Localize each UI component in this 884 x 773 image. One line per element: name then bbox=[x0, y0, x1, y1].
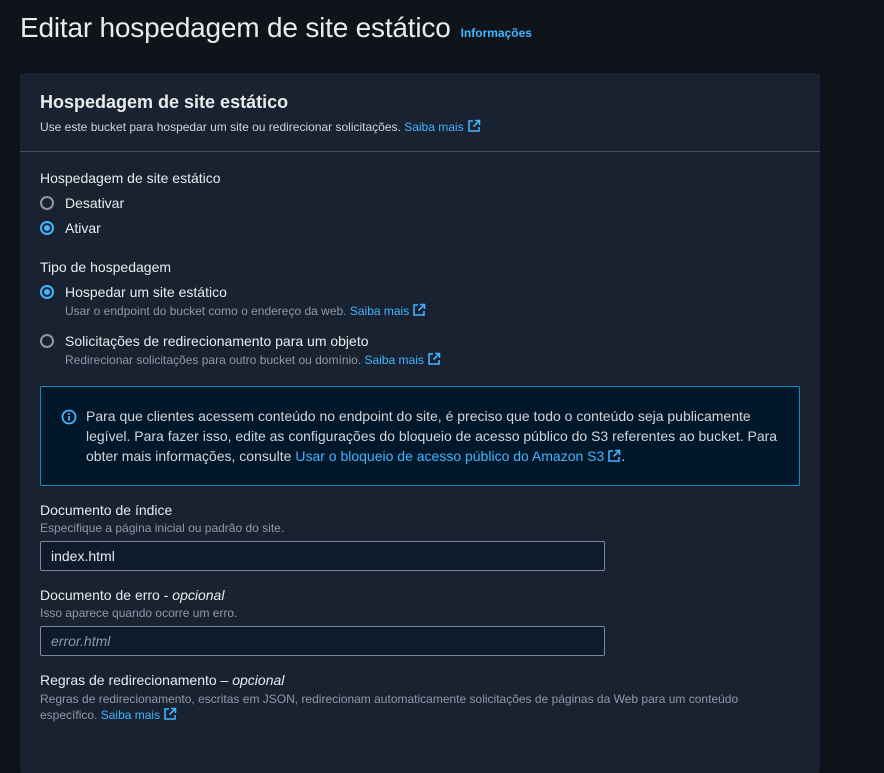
info-alert: Para que clientes acessem conteúdo no en… bbox=[40, 386, 800, 486]
optional-tag: opcional bbox=[172, 587, 225, 603]
radio-description: Usar o endpoint do bucket como o endereç… bbox=[65, 303, 426, 319]
page-header: Editar hospedagem de site estático Infor… bbox=[20, 12, 532, 44]
learn-more-label: Saiba mais bbox=[404, 120, 464, 134]
radio-host-static-site[interactable]: Hospedar um site estático Usar o endpoin… bbox=[40, 284, 800, 319]
radio-content: Hospedar um site estático Usar o endpoin… bbox=[65, 284, 426, 319]
static-hosting-panel: Hospedagem de site estático Use este buc… bbox=[20, 73, 820, 773]
radio-redirect-requests[interactable]: Solicitações de redirecionamento para um… bbox=[40, 333, 800, 368]
radio-description: Redirecionar solicitações para outro buc… bbox=[65, 352, 441, 368]
panel-body: Hospedagem de site estático Desativar At… bbox=[20, 152, 820, 723]
info-link[interactable]: Informações bbox=[461, 26, 532, 40]
panel-learn-more-link[interactable]: Saiba mais bbox=[404, 119, 480, 134]
radio-description-text: Redirecionar solicitações para outro buc… bbox=[65, 353, 362, 367]
redirect-rules-field: Regras de redirecionamento – opcional Re… bbox=[40, 672, 800, 723]
info-icon bbox=[61, 409, 77, 425]
redirect-rules-description: Regras de redirecionamento, escritas em … bbox=[40, 691, 780, 723]
external-link-icon bbox=[164, 707, 177, 720]
radio-enable[interactable]: Ativar bbox=[40, 220, 800, 236]
learn-more-link[interactable]: Saiba mais bbox=[100, 707, 177, 722]
radio-button-checked[interactable] bbox=[40, 221, 54, 235]
optional-tag: opcional bbox=[232, 672, 285, 688]
radio-label: Ativar bbox=[65, 220, 101, 236]
panel-header: Hospedagem de site estático Use este buc… bbox=[20, 73, 820, 152]
radio-button[interactable] bbox=[40, 196, 54, 210]
error-document-label: Documento de erro - opcional bbox=[40, 587, 800, 603]
page-title: Editar hospedagem de site estático bbox=[20, 12, 451, 43]
learn-more-link[interactable]: Saiba mais bbox=[349, 303, 426, 318]
error-document-input[interactable] bbox=[40, 626, 605, 656]
hosting-label: Hospedagem de site estático bbox=[40, 170, 221, 186]
external-link-icon bbox=[413, 303, 426, 316]
hosting-type-label: Tipo de hospedagem bbox=[40, 259, 172, 275]
radio-label: Solicitações de redirecionamento para um… bbox=[65, 333, 369, 349]
error-document-description: Isso aparece quando ocorre um erro. bbox=[40, 606, 238, 620]
radio-description-text: Usar o endpoint do bucket como o endereç… bbox=[65, 304, 347, 318]
info-alert-text: Para que clientes acessem conteúdo no en… bbox=[86, 406, 779, 485]
index-document-label: Documento de índice bbox=[40, 502, 173, 518]
radio-disable[interactable]: Desativar bbox=[40, 195, 800, 211]
block-public-access-link[interactable]: Usar o bloqueio de acesso público do Ama… bbox=[295, 448, 621, 464]
learn-more-label: Saiba mais bbox=[349, 304, 410, 318]
learn-more-label: Saiba mais bbox=[364, 353, 424, 367]
error-document-label-text: Documento de erro - bbox=[40, 587, 169, 603]
radio-label: Desativar bbox=[65, 195, 125, 211]
panel-description: Use este bucket para hospedar um site ou… bbox=[40, 119, 800, 134]
learn-more-link[interactable]: Saiba mais bbox=[364, 352, 441, 367]
external-link-icon bbox=[608, 449, 621, 462]
radio-content: Solicitações de redirecionamento para um… bbox=[65, 333, 441, 368]
radio-button-checked[interactable] bbox=[40, 285, 54, 299]
index-document-input[interactable] bbox=[40, 541, 605, 571]
index-document-field: Documento de índice Especifique a página… bbox=[40, 502, 800, 571]
external-link-icon bbox=[428, 352, 441, 365]
link-label: Usar o bloqueio de acesso público do Ama… bbox=[295, 448, 605, 464]
learn-more-label: Saiba mais bbox=[100, 708, 161, 722]
redirect-rules-label-text: Regras de redirecionamento – bbox=[40, 672, 229, 688]
error-document-field: Documento de erro - opcional Isso aparec… bbox=[40, 587, 800, 656]
radio-label: Hospedar um site estático bbox=[65, 284, 227, 300]
external-link-icon bbox=[467, 119, 480, 132]
radio-button[interactable] bbox=[40, 334, 54, 348]
panel-description-text: Use este bucket para hospedar um site ou… bbox=[40, 120, 401, 134]
index-document-description: Especifique a página inicial ou padrão d… bbox=[40, 521, 285, 535]
redirect-rules-label: Regras de redirecionamento – opcional bbox=[40, 672, 800, 688]
info-alert-suffix: . bbox=[621, 448, 626, 464]
panel-title: Hospedagem de site estático bbox=[40, 92, 289, 112]
